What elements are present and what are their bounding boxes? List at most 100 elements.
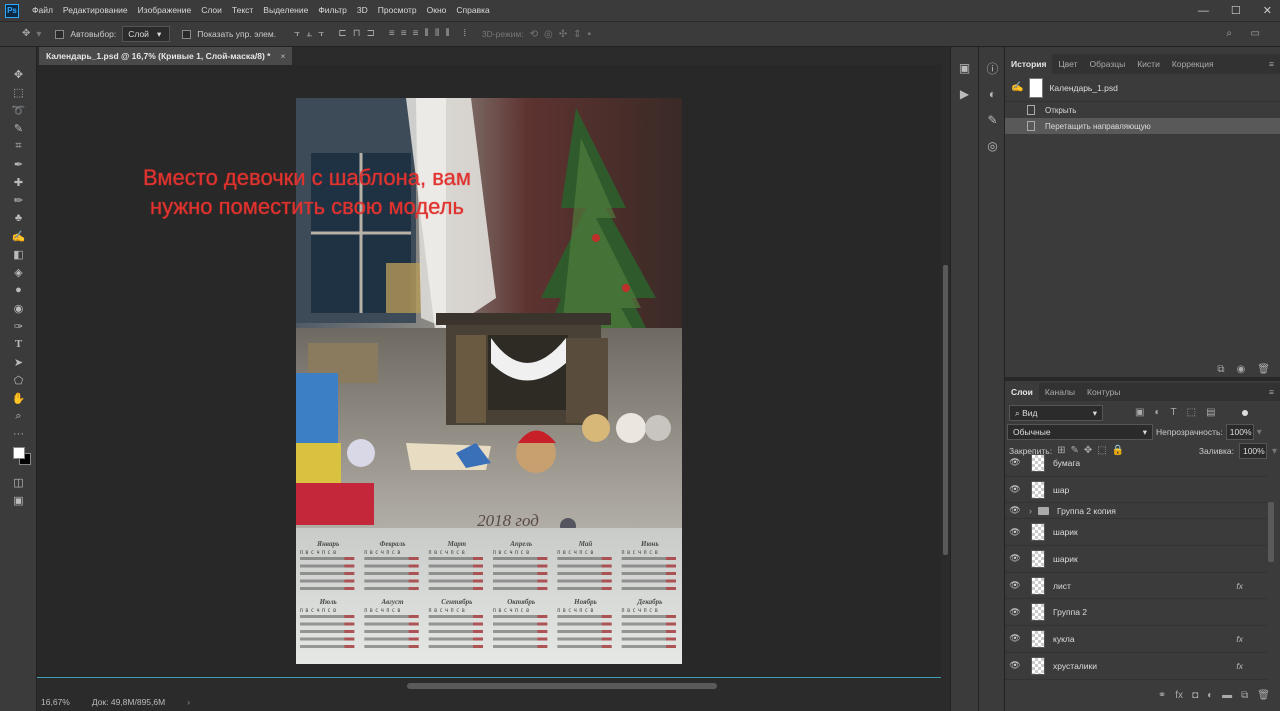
layer-style-icon[interactable]: fx: [1175, 691, 1183, 701]
navigator-icon[interactable]: ▣: [951, 55, 978, 81]
close-window-button[interactable]: ✕: [1263, 4, 1272, 17]
layer-filter-dropdown[interactable]: ⌕ Вид ▾: [1009, 405, 1103, 421]
tab-channels[interactable]: Каналы: [1039, 383, 1081, 401]
blend-mode-dropdown[interactable]: Обычные ▾: [1007, 424, 1153, 440]
marquee-tool-icon[interactable]: ⬚: [0, 83, 37, 101]
zoom-level[interactable]: 16,67%: [41, 697, 70, 707]
minimize-button[interactable]: —: [1198, 5, 1209, 17]
menu-window[interactable]: Окно: [422, 0, 452, 21]
new-adjustment-icon[interactable]: ◐: [1207, 691, 1213, 701]
layer-row[interactable]: 👁 бумага: [1005, 452, 1267, 477]
menu-help[interactable]: Справка: [451, 0, 494, 21]
add-mask-icon[interactable]: ◘: [1192, 691, 1198, 701]
autoselect-dropdown[interactable]: Слой ▾: [122, 26, 171, 42]
hand-tool-icon[interactable]: ✋: [0, 389, 37, 407]
history-snapshot[interactable]: ✍ Календарь_1.psd: [1005, 74, 1280, 102]
brush-tool-icon[interactable]: ✏: [0, 191, 37, 209]
align-top-icon[interactable]: ⫟: [294, 29, 300, 39]
tab-history[interactable]: История: [1005, 54, 1053, 74]
new-document-from-state-icon[interactable]: ⧉: [1217, 365, 1224, 375]
layer-row[interactable]: 👁 шарик: [1005, 519, 1267, 547]
trash-icon[interactable]: 🗑: [1257, 691, 1270, 701]
foreground-color[interactable]: [13, 447, 25, 459]
opacity-input[interactable]: 100%: [1225, 424, 1254, 440]
workspace-icon[interactable]: ▭: [1251, 29, 1260, 39]
healing-brush-tool-icon[interactable]: ✚: [0, 173, 37, 191]
slide-3d-icon[interactable]: ⇕: [573, 29, 581, 40]
scale-3d-icon[interactable]: ▪: [588, 29, 592, 40]
layers-scrollbar[interactable]: [1268, 502, 1274, 562]
tab-swatches[interactable]: Образцы: [1084, 54, 1132, 74]
filter-adjustment-icon[interactable]: ◐: [1154, 408, 1160, 418]
lasso-tool-icon[interactable]: ➰: [0, 101, 37, 119]
filter-shape-icon[interactable]: ⬚: [1187, 408, 1196, 418]
distribute-left-icon[interactable]: ⦀: [424, 29, 428, 39]
trash-icon[interactable]: 🗑: [1257, 365, 1270, 375]
move-tool-icon[interactable]: ✥: [22, 29, 30, 39]
tab-adjustments[interactable]: Коррекция: [1166, 54, 1220, 74]
visibility-eye-icon[interactable]: 👁: [1005, 553, 1025, 564]
menu-view[interactable]: Просмотр: [373, 0, 422, 21]
history-item[interactable]: Открыть: [1005, 102, 1280, 118]
menu-3d[interactable]: 3D: [352, 0, 373, 21]
visibility-eye-icon[interactable]: 👁: [1005, 527, 1025, 538]
visibility-eye-icon[interactable]: 👁: [1005, 633, 1025, 644]
maximize-button[interactable]: ☐: [1231, 4, 1241, 17]
type-tool-icon[interactable]: T: [0, 335, 37, 353]
eraser-tool-icon[interactable]: ◧: [0, 245, 37, 263]
menu-type[interactable]: Текст: [227, 0, 258, 21]
clone-stamp-tool-icon[interactable]: ♣: [0, 209, 37, 227]
layer-effects-badge[interactable]: fx: [1236, 581, 1243, 591]
info-icon[interactable]: ⓘ: [979, 55, 1006, 81]
layer-row[interactable]: 👁 шар: [1005, 477, 1267, 504]
visibility-eye-icon[interactable]: 👁: [1005, 607, 1025, 618]
autoselect-checkbox[interactable]: [55, 29, 65, 39]
search-icon[interactable]: ⌕: [1226, 29, 1232, 39]
align-bottom-icon[interactable]: ⫟: [318, 29, 324, 39]
distribute-right-icon[interactable]: ⦀: [445, 29, 449, 39]
vertical-scroll-thumb[interactable]: [943, 265, 948, 555]
eyedropper-tool-icon[interactable]: ✒: [0, 155, 37, 173]
screen-mode-icon[interactable]: ▣: [0, 491, 37, 509]
move-tool-icon[interactable]: ✥: [0, 65, 37, 83]
quick-select-tool-icon[interactable]: ✎: [0, 119, 37, 137]
visibility-eye-icon[interactable]: 👁: [1005, 457, 1025, 468]
crop-tool-icon[interactable]: ⌗: [0, 137, 37, 155]
snapshot-icon[interactable]: ◉: [1237, 365, 1246, 375]
chevron-down-icon[interactable]: ▾: [1257, 427, 1262, 438]
history-item-active[interactable]: Перетащить направляющую: [1005, 118, 1280, 134]
color-swatches[interactable]: [0, 443, 36, 473]
visibility-eye-icon[interactable]: 👁: [1005, 660, 1025, 671]
filter-toggle[interactable]: [1241, 410, 1248, 416]
roll-3d-icon[interactable]: ◎: [544, 29, 553, 40]
menu-select[interactable]: Выделение: [258, 0, 313, 21]
tab-paths[interactable]: Контуры: [1081, 383, 1126, 401]
visibility-eye-icon[interactable]: 👁: [1005, 505, 1025, 516]
layer-row[interactable]: 👁 лист fx: [1005, 573, 1267, 600]
play-action-icon[interactable]: ▶: [951, 81, 978, 107]
menu-file[interactable]: Файл: [27, 0, 58, 21]
tab-layers[interactable]: Слои: [1005, 383, 1039, 401]
dodge-tool-icon[interactable]: ◉: [0, 299, 37, 317]
distribute-bottom-icon[interactable]: ≡: [413, 29, 419, 39]
layer-row[interactable]: 👁 кукла fx: [1005, 626, 1267, 653]
menu-edit[interactable]: Редактирование: [58, 0, 133, 21]
distribute-hcenter-icon[interactable]: ⦀: [435, 29, 439, 39]
pan-3d-icon[interactable]: ✣: [559, 29, 567, 40]
canvas-area[interactable]: 2018 год Январь П В С Ч П С В Февраль П В С…: [37, 65, 941, 677]
quick-mask-icon[interactable]: ◫: [0, 473, 37, 491]
align-hcenter-icon[interactable]: ⊓: [353, 29, 361, 39]
auto-align-icon[interactable]: ⦙: [464, 29, 466, 39]
tab-brushes[interactable]: Кисти: [1131, 54, 1166, 74]
orbit-3d-icon[interactable]: ⟲: [530, 29, 538, 40]
layer-group-row[interactable]: 👁 › Группа 2 копия: [1005, 503, 1267, 520]
adjustment-icon[interactable]: ◐: [979, 81, 1006, 107]
blur-tool-icon[interactable]: ●: [0, 281, 37, 299]
document-tab[interactable]: Календарь_1.psd @ 16,7% (Кривые 1, Слой-…: [39, 47, 293, 65]
visibility-eye-icon[interactable]: 👁: [1005, 580, 1025, 591]
history-brush-tool-icon[interactable]: ✍: [0, 227, 37, 245]
horizontal-scrollbar[interactable]: [37, 677, 941, 693]
menu-image[interactable]: Изображение: [133, 0, 197, 21]
menu-filter[interactable]: Фильтр: [313, 0, 352, 21]
panel-menu-icon[interactable]: ≡: [1263, 54, 1280, 74]
